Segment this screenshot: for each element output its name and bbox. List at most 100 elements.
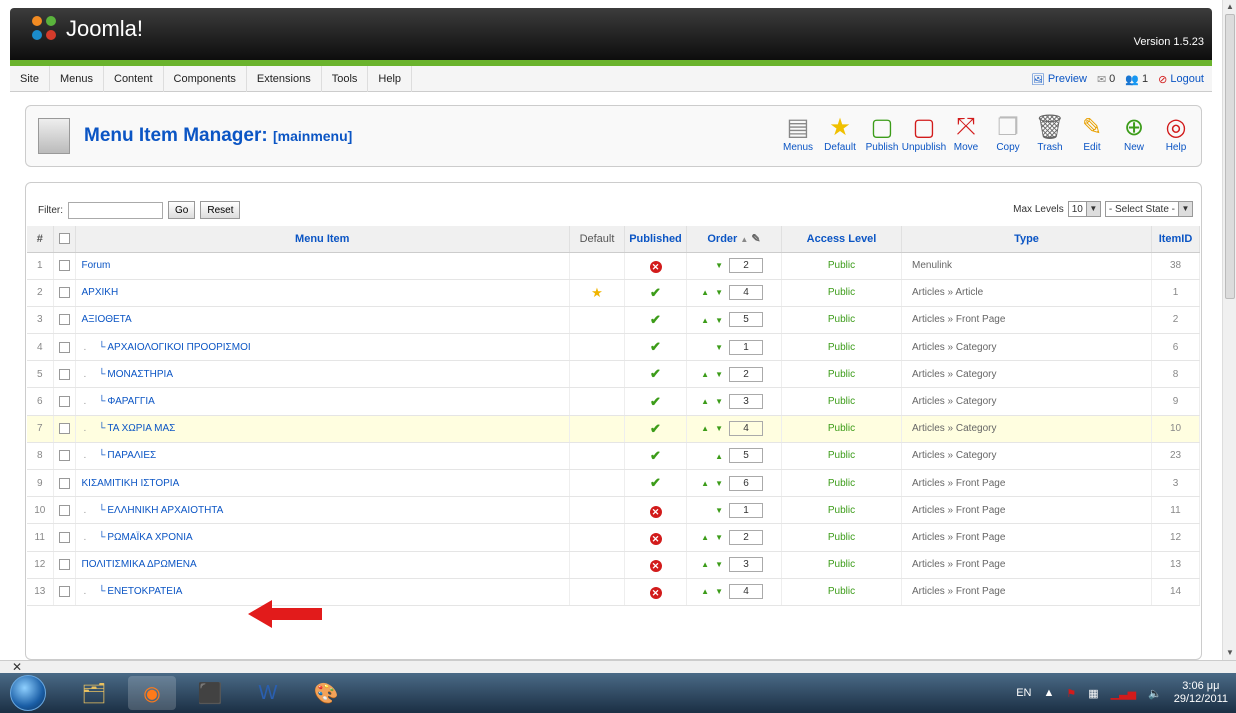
col-published[interactable]: Published bbox=[624, 226, 687, 253]
firefox-taskbar-icon[interactable]: ◉ bbox=[128, 676, 176, 710]
signal-icon[interactable]: ▁▃▅ bbox=[1111, 687, 1136, 700]
row-checkbox[interactable] bbox=[58, 559, 70, 571]
default-cell[interactable] bbox=[569, 360, 625, 389]
menu-item-link[interactable]: ΑΡΧΙΚΗ bbox=[82, 287, 119, 298]
access-level[interactable]: Public bbox=[781, 523, 902, 552]
users-link[interactable]: 👥 1 bbox=[1125, 73, 1148, 86]
menu-item-link[interactable]: ΡΩΜΑΪΚΑ ΧΡΟΝΙΑ bbox=[107, 532, 192, 543]
row-checkbox[interactable] bbox=[58, 531, 70, 543]
logout-link[interactable]: ⊘ Logout bbox=[1158, 73, 1204, 86]
scroll-down-icon[interactable]: ▼ bbox=[1223, 646, 1236, 660]
menu-item-link[interactable]: ΠΑΡΑΛΙΕΣ bbox=[107, 450, 156, 461]
move-up-icon[interactable]: ▲ bbox=[701, 370, 709, 379]
messages-link[interactable]: ✉ 0 bbox=[1097, 73, 1115, 86]
order-input[interactable]: 5 bbox=[729, 312, 763, 328]
access-level[interactable]: Public bbox=[781, 252, 902, 280]
order-input[interactable]: 4 bbox=[729, 584, 763, 600]
move-up-icon[interactable]: ▲ bbox=[701, 316, 709, 325]
row-checkbox[interactable] bbox=[58, 450, 70, 462]
menu-extensions[interactable]: Extensions bbox=[247, 65, 322, 92]
order-input[interactable]: 2 bbox=[729, 529, 763, 545]
order-input[interactable]: 1 bbox=[729, 502, 763, 518]
unpublished-x-icon[interactable]: ✕ bbox=[649, 505, 662, 518]
menu-item-link[interactable]: ΑΡΧΑΙΟΛΟΓΙΚΟΙ ΠΡΟΟΡΙΣΜΟΙ bbox=[107, 342, 250, 353]
row-checkbox[interactable] bbox=[58, 477, 70, 489]
word-taskbar-icon[interactable]: W bbox=[244, 676, 292, 710]
close-icon[interactable]: ✕ bbox=[12, 660, 22, 674]
paint-taskbar-icon[interactable]: 🎨 bbox=[302, 676, 350, 710]
publish-button[interactable]: ▢ Publish bbox=[863, 112, 901, 154]
col-type[interactable]: Type bbox=[901, 226, 1152, 253]
filter-input[interactable] bbox=[68, 201, 163, 219]
trash-button[interactable]: 🗑 Trash bbox=[1031, 112, 1069, 154]
default-cell[interactable] bbox=[569, 252, 625, 280]
unpublished-x-icon[interactable]: ✕ bbox=[649, 261, 662, 274]
move-up-icon[interactable]: ▲ bbox=[701, 479, 709, 488]
move-up-icon[interactable]: ▲ bbox=[701, 560, 709, 569]
save-order-icon[interactable]: ✎ bbox=[751, 233, 760, 245]
default-cell[interactable] bbox=[569, 306, 625, 335]
menu-item-link[interactable]: Forum bbox=[82, 260, 111, 271]
menu-help[interactable]: Help bbox=[368, 65, 413, 92]
default-cell[interactable] bbox=[569, 578, 625, 606]
menu-content[interactable]: Content bbox=[104, 65, 164, 92]
move-up-icon[interactable]: ▲ bbox=[701, 587, 709, 596]
row-checkbox[interactable] bbox=[58, 260, 70, 272]
default-cell[interactable] bbox=[569, 333, 625, 362]
move-down-icon[interactable]: ▼ bbox=[715, 533, 723, 542]
access-level[interactable]: Public bbox=[781, 306, 902, 335]
menu-item-link[interactable]: ΠΟΛΙΤΙΣΜΙΚΑ ΔΡΩΜΕΝΑ bbox=[82, 559, 197, 570]
published-check-icon[interactable]: ✔ bbox=[650, 339, 661, 354]
default-cell[interactable] bbox=[569, 523, 625, 552]
start-button[interactable] bbox=[10, 675, 46, 711]
order-input[interactable]: 2 bbox=[729, 366, 763, 382]
access-level[interactable]: Public bbox=[781, 578, 902, 606]
access-level[interactable]: Public bbox=[781, 496, 902, 525]
menu-item-link[interactable]: ΤΑ ΧΩΡΙΑ ΜΑΣ bbox=[107, 423, 175, 434]
published-check-icon[interactable]: ✔ bbox=[650, 448, 661, 463]
access-level[interactable]: Public bbox=[781, 279, 902, 307]
menus-button[interactable]: ▤ Menus bbox=[779, 112, 817, 154]
published-check-icon[interactable]: ✔ bbox=[650, 421, 661, 436]
preview-link[interactable]: 🖼 Preview bbox=[1031, 73, 1087, 86]
move-up-icon[interactable]: ▲ bbox=[715, 452, 723, 461]
copy-button[interactable]: ❐ Copy bbox=[989, 112, 1027, 154]
row-checkbox[interactable] bbox=[58, 341, 70, 353]
order-input[interactable]: 3 bbox=[729, 557, 763, 573]
unpublished-x-icon[interactable]: ✕ bbox=[649, 587, 662, 600]
default-cell[interactable] bbox=[569, 496, 625, 525]
network-icon[interactable]: ▦ bbox=[1088, 687, 1098, 700]
order-input[interactable]: 1 bbox=[729, 339, 763, 355]
acrobat-taskbar-icon[interactable]: ⬛ bbox=[186, 676, 234, 710]
col-menu-item[interactable]: Menu Item bbox=[75, 226, 570, 253]
volume-icon[interactable]: 🔈 bbox=[1148, 687, 1162, 700]
move-down-icon[interactable]: ▼ bbox=[715, 370, 723, 379]
clock[interactable]: 3:06 μμ 29/12/2011 bbox=[1174, 680, 1228, 706]
menu-item-link[interactable]: ΑΞΙΟΘΕΤΑ bbox=[82, 314, 132, 325]
menu-site[interactable]: Site bbox=[10, 65, 50, 92]
unpublish-button[interactable]: ▢ Unpublish bbox=[902, 112, 946, 154]
move-down-icon[interactable]: ▼ bbox=[715, 397, 723, 406]
scroll-up-icon[interactable]: ▲ bbox=[1223, 0, 1236, 14]
default-cell[interactable] bbox=[569, 442, 625, 471]
show-hidden-icons-icon[interactable]: ▲ bbox=[1043, 687, 1054, 699]
order-input[interactable]: 4 bbox=[729, 285, 763, 301]
order-input[interactable]: 6 bbox=[729, 475, 763, 491]
menu-tools[interactable]: Tools bbox=[322, 65, 369, 92]
move-down-icon[interactable]: ▼ bbox=[715, 424, 723, 433]
move-down-icon[interactable]: ▼ bbox=[715, 506, 723, 515]
menu-item-link[interactable]: ΦΑΡΑΓΓΙΑ bbox=[107, 396, 154, 407]
default-cell[interactable] bbox=[569, 387, 625, 416]
row-checkbox[interactable] bbox=[58, 395, 70, 407]
explorer-taskbar-icon[interactable]: 🗂 bbox=[70, 676, 118, 710]
move-up-icon[interactable]: ▲ bbox=[701, 533, 709, 542]
menu-item-link[interactable]: ΜΟΝΑΣΤΗΡΙΑ bbox=[107, 369, 173, 380]
row-checkbox[interactable] bbox=[58, 314, 70, 326]
page-scrollbar[interactable]: ▲ ▼ bbox=[1222, 0, 1236, 660]
move-down-icon[interactable]: ▼ bbox=[715, 288, 723, 297]
reset-button[interactable]: Reset bbox=[200, 201, 241, 219]
default-cell[interactable] bbox=[569, 415, 625, 443]
access-level[interactable]: Public bbox=[781, 442, 902, 471]
language-indicator[interactable]: EN bbox=[1016, 687, 1031, 699]
menu-menus[interactable]: Menus bbox=[50, 65, 104, 92]
